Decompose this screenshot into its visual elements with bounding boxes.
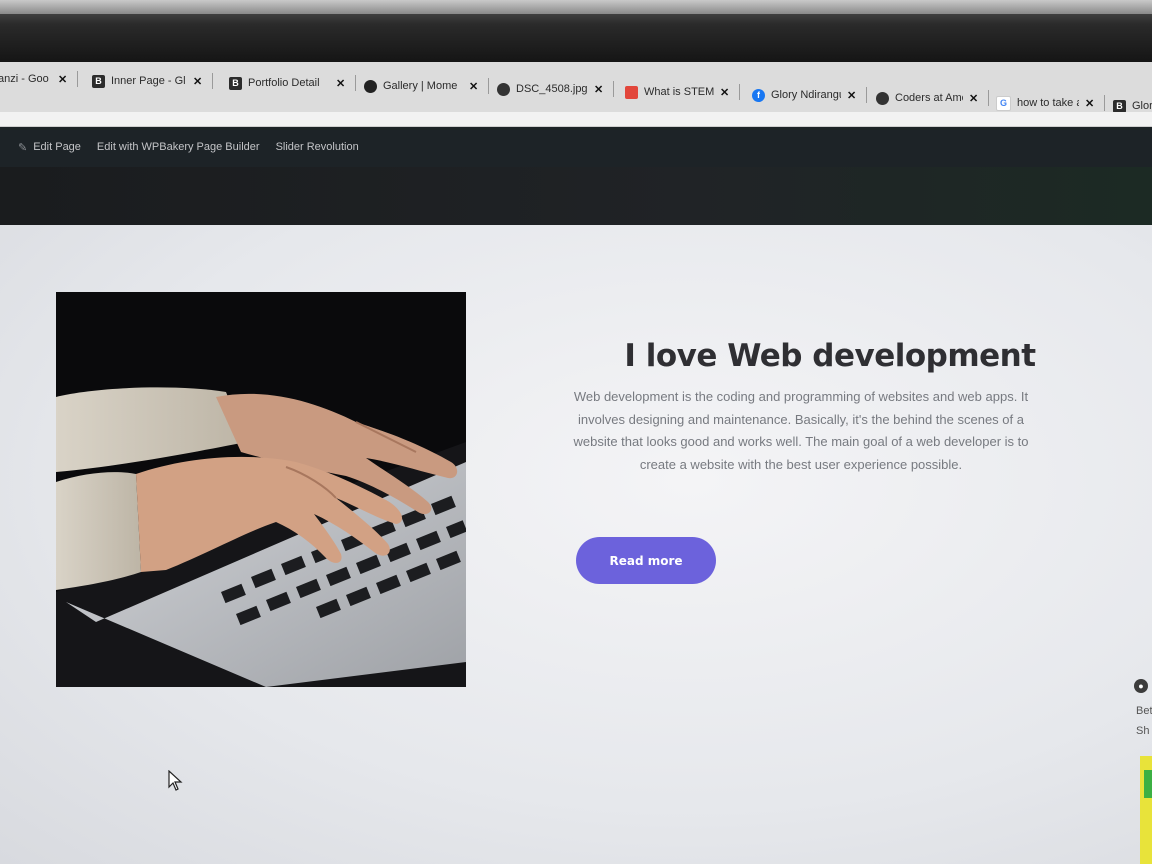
- tab-separator: [1104, 95, 1106, 111]
- globe-icon: [876, 91, 889, 105]
- tab-title: Glory Ndirangu: [771, 89, 841, 101]
- tab-separator: [77, 71, 79, 87]
- close-icon[interactable]: ✕: [336, 77, 345, 90]
- hero-banner: [0, 167, 1152, 225]
- browser-tab[interactable]: B Portfolio Detail ✕: [229, 68, 357, 98]
- browser-tab[interactable]: anzi - Goo ✕: [0, 64, 79, 94]
- close-icon[interactable]: ✕: [1085, 97, 1094, 110]
- tab-separator: [488, 78, 490, 94]
- close-icon[interactable]: ✕: [58, 73, 67, 86]
- monitor-bezel: [0, 0, 1152, 62]
- globe-icon: [497, 82, 510, 96]
- tab-title: Portfolio Detail: [248, 77, 320, 89]
- browser-toolbar: [0, 112, 1152, 127]
- tab-separator: [988, 90, 990, 106]
- close-icon[interactable]: ✕: [594, 83, 603, 96]
- edit-wpbakery-link[interactable]: Edit with WPBakery Page Builder: [97, 141, 260, 153]
- browser-tab[interactable]: Coders at Ame ✕: [876, 83, 990, 113]
- description-text: Web development is the coding and progra…: [573, 389, 1029, 472]
- browser-tab[interactable]: What is STEM ✕: [625, 77, 741, 107]
- tab-title: Glory: [1132, 100, 1152, 112]
- close-icon[interactable]: ✕: [969, 92, 978, 105]
- tab-title: What is STEM: [644, 86, 714, 98]
- tab-title: anzi - Goo: [0, 73, 49, 85]
- monitor-bezel-edge: [0, 0, 1152, 14]
- close-icon[interactable]: ✕: [469, 80, 478, 93]
- chrome-icon[interactable]: ●: [1134, 679, 1148, 693]
- close-icon[interactable]: ✕: [847, 89, 856, 102]
- tab-separator: [613, 81, 615, 97]
- page-heading: I love Web development: [624, 338, 1036, 374]
- bootstrap-icon: B: [1113, 99, 1126, 113]
- tab-title: Gallery | Mome: [383, 80, 458, 92]
- browser-tab[interactable]: B Inner Page - Gl ✕: [92, 66, 214, 96]
- browser-tab[interactable]: Gallery | Mome ✕: [364, 71, 490, 101]
- facebook-icon: f: [752, 88, 765, 102]
- mouse-cursor-icon: [168, 769, 184, 797]
- side-color-strip: [1140, 756, 1152, 864]
- close-icon[interactable]: ✕: [720, 86, 729, 99]
- tab-title: Coders at Ame: [895, 92, 963, 104]
- browser-tab[interactable]: f Glory Ndirangu ✕: [752, 80, 868, 110]
- slider-revolution-link[interactable]: Slider Revolution: [276, 141, 359, 153]
- site-icon: [625, 85, 638, 99]
- edit-page-link[interactable]: ✎ Edit Page: [18, 141, 81, 154]
- browser-tab[interactable]: DSC_4508.jpg ✕: [497, 74, 615, 104]
- tab-separator: [866, 87, 868, 103]
- tab-separator: [212, 73, 214, 89]
- tab-title: DSC_4508.jpg: [516, 83, 588, 95]
- read-more-button[interactable]: Read more: [576, 537, 716, 584]
- close-icon[interactable]: ✕: [193, 75, 202, 88]
- tab-title: how to take a s: [1017, 97, 1079, 109]
- gallery-icon: [364, 79, 377, 93]
- tab-separator: [355, 75, 357, 91]
- tab-title: Inner Page - Gl: [111, 75, 186, 87]
- bootstrap-icon: B: [229, 76, 242, 90]
- wp-admin-bar: ✎ Edit Page Edit with WPBakery Page Buil…: [0, 127, 1152, 167]
- bootstrap-icon: B: [92, 74, 105, 88]
- side-panel-text: Bet: [1136, 705, 1152, 717]
- tab-separator: [739, 84, 741, 100]
- pencil-icon: ✎: [18, 141, 28, 154]
- laptop-typing-image: [56, 292, 466, 687]
- edit-page-label: Edit Page: [33, 141, 81, 153]
- side-panel-text: Sh: [1136, 725, 1150, 737]
- google-icon: G: [996, 95, 1011, 111]
